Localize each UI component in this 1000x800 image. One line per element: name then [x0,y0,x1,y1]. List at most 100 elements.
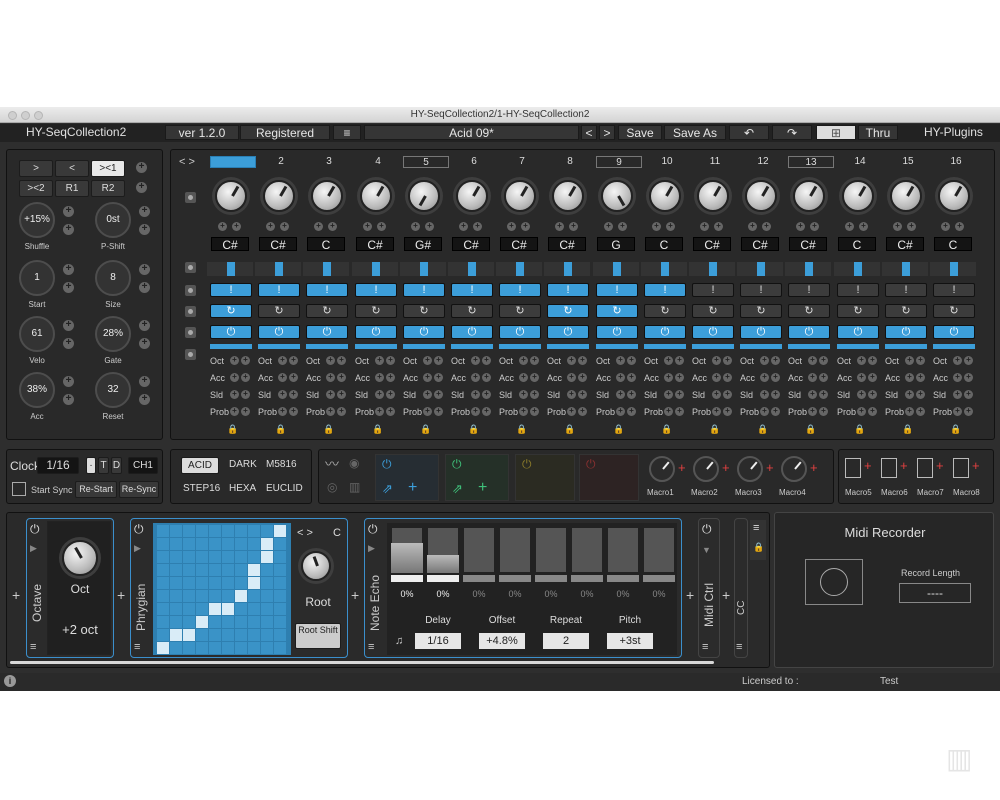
slider-thumb[interactable] [323,262,331,276]
add-icon[interactable]: + [845,222,854,231]
add-icon[interactable]: + [386,373,395,382]
add-icon[interactable]: + [771,390,780,399]
add-icon[interactable]: + [434,356,443,365]
add-icon[interactable]: + [652,222,661,231]
step-note[interactable]: G# [404,237,442,252]
step-power-toggle[interactable]: ⏻ [788,325,830,339]
step-slide-toggle[interactable]: ↻ [306,304,348,318]
echo-param-value[interactable]: 1/16 [415,633,461,649]
add-icon[interactable]: + [139,394,150,405]
power-icon[interactable]: ⏻ [382,457,392,472]
record-button[interactable] [805,559,863,605]
add-icon[interactable]: + [664,390,673,399]
add-icon[interactable]: + [386,356,395,365]
scale-cell[interactable] [235,525,247,537]
add-icon[interactable]: + [377,222,386,231]
scale-cell[interactable] [157,616,169,628]
add-icon[interactable]: + [411,222,420,231]
macro-knob[interactable] [737,456,763,482]
scale-cell[interactable] [248,551,260,563]
add-icon[interactable]: + [627,407,636,416]
scale-cell[interactable] [274,629,286,641]
add-icon[interactable]: + [578,373,587,382]
save-as-button[interactable]: Save As [664,125,726,140]
mode-euclid[interactable]: EUCLID [266,483,303,494]
add-icon[interactable]: + [408,479,417,497]
scale-cell[interactable] [196,590,208,602]
scale-cell[interactable] [261,564,273,576]
expand-icon[interactable]: ▶ [368,543,375,554]
scale-cell[interactable] [274,525,286,537]
slider-thumb[interactable] [661,262,669,276]
add-icon[interactable]: + [326,373,335,382]
menu-icon[interactable]: ≡ [368,641,374,653]
add-icon[interactable]: + [953,390,962,399]
add-icon[interactable]: + [714,222,723,231]
add-icon[interactable]: + [723,407,732,416]
piano-icon[interactable]: ▥ [349,480,360,494]
add-icon[interactable]: + [616,390,625,399]
scale-cell[interactable] [157,603,169,615]
slider-thumb[interactable] [275,262,283,276]
echo-velocity-bar[interactable] [535,575,567,582]
add-icon[interactable]: + [278,356,287,365]
add-icon[interactable]: + [337,407,346,416]
step-number[interactable]: 8 [547,156,593,168]
step-slide-toggle[interactable]: ↻ [355,304,397,318]
scale-note-grid[interactable] [157,525,286,654]
add-icon[interactable]: + [567,390,576,399]
macro-slot[interactable] [953,458,969,478]
step-power-toggle[interactable]: ⏻ [837,325,879,339]
scale-cell[interactable] [261,642,273,654]
step-pitch-knob[interactable] [745,180,777,212]
macro-slot[interactable] [917,458,933,478]
lock-icon[interactable]: 🔒 [661,424,672,435]
slider-thumb[interactable] [516,262,524,276]
step-accent-toggle[interactable]: ! [692,283,734,297]
add-icon[interactable]: + [482,373,491,382]
add-icon[interactable]: + [241,390,250,399]
add-icon[interactable]: + [675,356,684,365]
link-icon[interactable]: ⇗ [452,481,463,497]
step-power-toggle[interactable]: ⏻ [306,325,348,339]
echo-velocity-bar[interactable] [643,575,675,582]
scale-cell[interactable] [235,577,247,589]
mode-hexa[interactable]: HEXA [229,483,256,494]
add-icon[interactable]: + [859,222,868,231]
power-icon[interactable]: ⏻ [586,457,596,472]
keyboard-button[interactable]: ⊞ [816,125,856,140]
step-nav-arrows[interactable]: < > [179,156,195,168]
add-icon[interactable]: + [139,224,150,235]
step-accent-toggle[interactable]: ! [258,283,300,297]
add-icon[interactable]: + [748,222,757,231]
add-icon[interactable]: + [555,222,564,231]
power-icon[interactable]: ⏻ [30,522,40,537]
step-pitch-knob[interactable] [890,180,922,212]
step-power-toggle[interactable]: ⏻ [547,325,589,339]
scale-cell[interactable] [196,564,208,576]
add-icon[interactable]: + [423,407,432,416]
lock-icon[interactable]: 🔒 [227,424,238,435]
add-icon[interactable]: + [819,390,828,399]
add-icon[interactable]: + [289,407,298,416]
step-note[interactable]: C# [789,237,827,252]
step-slide-toggle[interactable]: ↻ [403,304,445,318]
step-gate-slider[interactable] [352,262,398,276]
menu-icon[interactable]: ≡ [134,641,140,653]
swap-2-button[interactable]: ><2 [19,180,53,197]
step-number[interactable]: 2 [258,156,304,168]
add-icon[interactable]: + [936,458,944,473]
scale-cell[interactable] [235,603,247,615]
scale-cell[interactable] [274,590,286,602]
camera-icon[interactable]: ◉ [349,456,359,470]
add-icon[interactable]: + [337,356,346,365]
add-icon[interactable]: + [808,407,817,416]
scale-cell[interactable] [196,538,208,550]
slider-thumb[interactable] [420,262,428,276]
scale-cell[interactable] [170,590,182,602]
echo-level-bar[interactable] [463,527,495,573]
scale-cell[interactable] [222,629,234,641]
scale-cell[interactable] [196,616,208,628]
step-number[interactable]: 9 [596,156,642,168]
add-icon[interactable]: + [819,373,828,382]
